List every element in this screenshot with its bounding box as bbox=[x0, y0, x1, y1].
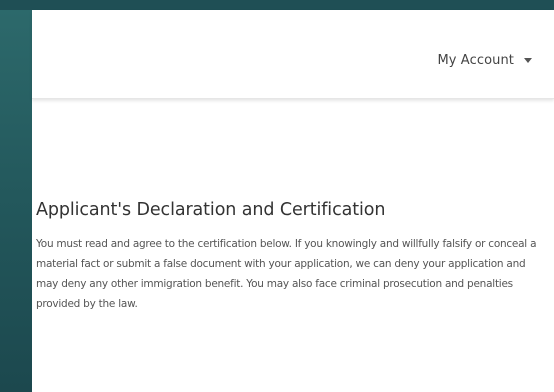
background-edge bbox=[0, 0, 32, 392]
declaration-text: You must read and agree to the certifica… bbox=[36, 238, 537, 310]
caret-down-icon bbox=[524, 58, 532, 63]
my-account-menu[interactable]: My Account bbox=[437, 53, 532, 68]
background-top bbox=[0, 0, 554, 10]
my-account-label: My Account bbox=[437, 53, 514, 68]
top-header: My Account bbox=[32, 10, 554, 99]
declaration-title: Applicant's Declaration and Certificatio… bbox=[36, 200, 386, 220]
declaration-section: Applicant's Declaration and Certificatio… bbox=[36, 200, 546, 314]
page-panel: My Account Applicant's Declaration and C… bbox=[32, 10, 554, 392]
